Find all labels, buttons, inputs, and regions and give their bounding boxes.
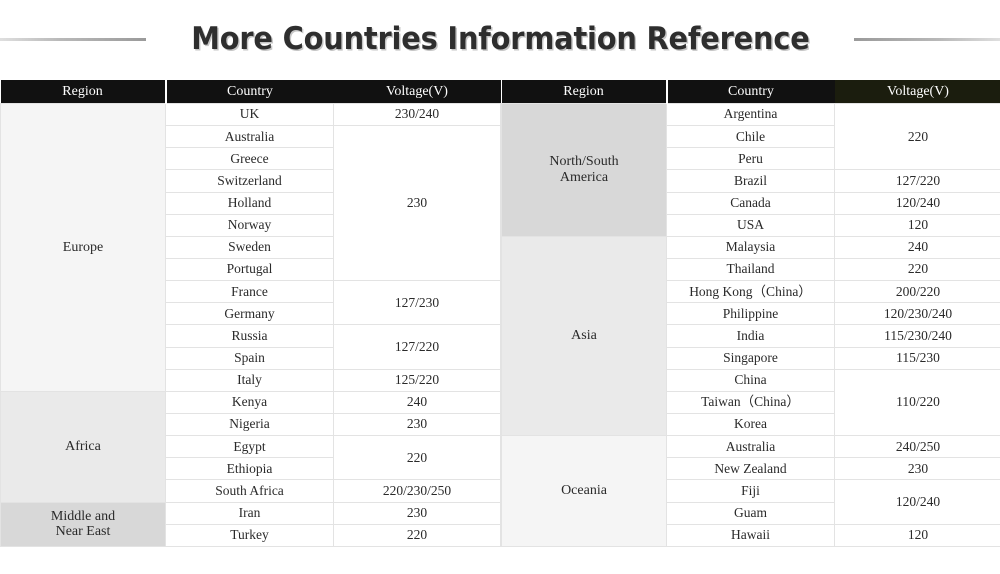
table-row: Europe UK 230/240 [0,102,501,392]
country-cell: Sweden [165,235,334,259]
voltage-cell: 240 [834,235,1000,259]
country-cell: Brazil [666,169,835,193]
voltage-cell: 230 [333,501,501,525]
header-cell-voltage-right: Voltage(V) [834,80,1000,104]
voltage-cell: 115/230 [834,346,1000,370]
voltage-table-right: Region Country Voltage(V) North/South Ameri… [501,80,1000,547]
country-cell: China [666,368,835,392]
voltage-cell: 127/220 [834,169,1000,193]
region-cell: Oceania [501,435,667,547]
horizontal-rule-right-icon [854,37,1000,41]
region-cell: Middle and Near East [0,501,166,547]
country-cell: Philippine [666,302,835,326]
country-cell: Norway [165,213,334,237]
header-cell-region-left: Region [0,80,166,104]
country-cell: Switzerland [165,169,334,193]
country-cell: Taiwan（China） [666,390,835,414]
table-header-left: Region Country Voltage(V) [0,80,501,104]
voltage-cell: 127/230 [333,280,501,326]
country-cell: Kenya [165,390,334,414]
table-row: Oceania Australia 240/250 [501,435,1000,547]
header-cell-voltage-left: Voltage(V) [333,80,501,104]
voltage-cell: 120 [834,213,1000,237]
country-cell: Holland [165,191,334,215]
voltage-cell: 120/230/240 [834,302,1000,326]
voltage-table-left: Region Country Voltage(V) Europe UK 230/240 A… [0,80,501,547]
voltage-cell: 220 [834,102,1000,171]
table-row: North/South America Argentina 220 [501,102,1000,237]
voltage-cell: 220 [333,435,501,481]
voltage-cell: 120 [834,523,1000,547]
region-cell: Africa [0,390,166,503]
country-cell: Australia [666,435,835,459]
country-cell: USA [666,213,835,237]
country-cell: Peru [666,147,835,171]
page-title: More Countries Information Reference [190,21,810,57]
country-cell: Portugal [165,257,334,282]
country-cell: Canada [666,191,835,215]
country-cell: India [666,324,835,348]
country-cell: Russia [165,324,334,348]
voltage-cell: 230 [333,125,501,282]
voltage-cell: 230 [333,412,501,437]
country-cell: Spain [165,346,334,370]
country-cell: Germany [165,302,334,326]
country-cell: Guam [666,501,835,525]
header-cell-country-right: Country [665,80,835,104]
country-cell: Malaysia [666,235,835,259]
voltage-cell: 120/240 [834,191,1000,215]
region-cell: Europe [0,103,166,392]
country-cell: Nigeria [165,412,334,437]
country-cell: Singapore [666,346,835,370]
table-row: Middle and Near East Iran 230 [0,501,501,547]
country-cell: Egypt [165,435,334,459]
country-cell: New Zealand [666,457,835,481]
country-cell: Chile [666,125,835,149]
country-cell: Italy [165,368,334,392]
voltage-cell: 200/220 [834,280,1000,304]
voltage-cell: 115/230/240 [834,324,1000,348]
country-cell: Australia [165,125,334,149]
header-row: Region Country Voltage(V) [501,80,1000,104]
voltage-cell: 110/220 [834,368,1000,437]
country-cell: Korea [666,412,835,437]
country-cell: Fiji [666,479,835,503]
voltage-cell: 220/230/250 [333,479,501,503]
country-cell: Argentina [666,102,835,127]
table-header-right: Region Country Voltage(V) [501,80,1000,104]
table-row: Asia Malaysia 240 [501,235,1000,437]
table-body-left: Europe UK 230/240 Australia 230 Greece Switzer… [0,102,501,547]
header-row: Region Country Voltage(V) [0,80,501,104]
table-body-right: North/South America Argentina 220 Chile Peru B… [501,102,1000,547]
voltage-cell: 230 [834,457,1000,481]
country-cell: Greece [165,147,334,171]
region-cell: North/South America [501,103,667,237]
page-root: More Countries Information Reference Reg… [0,0,1000,574]
voltage-cell: 230/240 [333,102,501,127]
voltage-cell: 125/220 [333,368,501,392]
country-cell: France [165,280,334,304]
voltage-cell: 220 [333,523,501,547]
voltage-cell: 127/220 [333,324,501,370]
country-cell: Turkey [165,523,334,547]
tables-container: Region Country Voltage(V) Europe UK 230/240 A… [0,80,1000,547]
country-cell: Hawaii [666,523,835,547]
country-cell: Iran [165,501,334,525]
table-row: Africa Kenya 240 [0,390,501,503]
voltage-cell: 120/240 [834,479,1000,525]
horizontal-rule-left-icon [0,37,146,41]
header-cell-country-left: Country [164,80,334,104]
title-band: More Countries Information Reference [0,0,1000,78]
voltage-cell: 240 [333,390,501,414]
country-cell: Hong Kong（China） [666,280,835,304]
country-cell: UK [165,102,334,127]
country-cell: South Africa [165,479,334,503]
voltage-cell: 240/250 [834,435,1000,459]
country-cell: Ethiopia [165,457,334,481]
region-cell: Asia [501,235,667,437]
voltage-cell: 220 [834,257,1000,282]
country-cell: Thailand [666,257,835,282]
header-cell-region-right: Region [501,80,667,104]
